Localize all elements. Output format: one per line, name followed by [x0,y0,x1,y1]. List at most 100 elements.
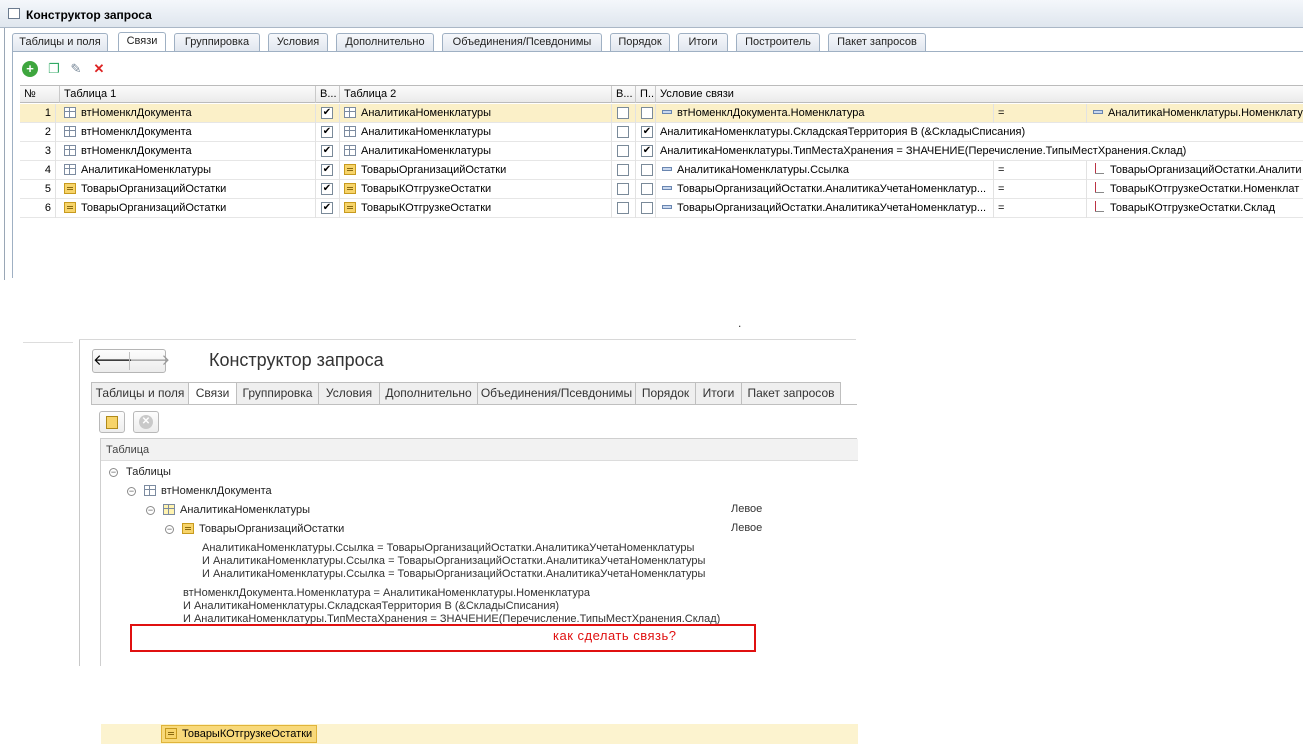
all2-cell[interactable] [612,199,636,218]
condition-cell[interactable]: ТоварыОрганизацийОстатки.АналитикаУчетаН… [656,180,1303,199]
condition-operator[interactable]: = [993,161,1086,180]
collapse-icon[interactable]: − [146,506,155,515]
custom-checkbox[interactable] [641,202,653,214]
collapse-icon[interactable]: − [165,525,174,534]
tab-order[interactable]: Порядок [635,382,696,405]
col-all2[interactable]: В... [612,86,636,103]
table1-cell[interactable]: втНоменклДокумента [60,142,316,161]
tree-node-root[interactable]: − Таблицы [109,463,171,481]
all2-cell[interactable] [612,104,636,123]
tree-node-register[interactable]: − ТоварыОрганизацийОстатки [165,520,344,538]
table2-cell[interactable]: АналитикаНоменклатуры [340,104,612,123]
all2-cell[interactable] [612,161,636,180]
add-link-button[interactable] [99,411,125,433]
custom-cell[interactable]: ✔ [636,123,656,142]
condition-left[interactable]: ТоварыОрганизацийОстатки.АналитикаУчетаН… [662,199,992,218]
col-all1[interactable]: В... [316,86,340,103]
custom-cell[interactable] [636,104,656,123]
col-table2[interactable]: Таблица 2 [340,86,612,103]
link-condition[interactable]: АналитикаНоменклатуры.Ссылка = ТоварыОрг… [202,542,705,581]
all1-cell[interactable]: ✔ [316,199,340,218]
all1-cell[interactable]: ✔ [316,142,340,161]
table-row[interactable]: 2 втНоменклДокумента ✔ АналитикаНоменклатур… [20,123,1303,142]
col-condition[interactable]: Условие связи [656,86,1303,103]
condition-right[interactable]: АналитикаНоменклатуры.Номенклатура [1086,104,1303,123]
col-custom[interactable]: П... [636,86,656,103]
condition-operator[interactable]: = [993,104,1086,123]
all-checkbox[interactable]: ✔ [321,202,333,214]
all2-cell[interactable] [612,123,636,142]
tab-query-batch[interactable]: Пакет запросов [828,33,926,51]
condition-operator[interactable]: = [993,199,1086,218]
table-row[interactable]: 4 АналитикаНоменклатуры ✔ ТоварыОрганизаций… [20,161,1303,180]
all-checkbox[interactable]: ✔ [321,126,333,138]
all-checkbox[interactable] [617,183,629,195]
condition-cell[interactable]: АналитикаНоменклатуры.СкладскаяТерритори… [656,123,1303,142]
condition-text[interactable]: АналитикаНоменклатуры.СкладскаяТерритори… [660,123,1025,142]
custom-cell[interactable]: ✔ [636,142,656,161]
table-row[interactable]: 3 втНоменклДокумента ✔ АналитикаНоменклатур… [20,142,1303,161]
condition-cell[interactable]: АналитикаНоменклатуры.ТипМестаХранения =… [656,142,1303,161]
all-checkbox[interactable]: ✔ [321,107,333,119]
all-checkbox[interactable] [617,164,629,176]
table1-cell[interactable]: ТоварыОрганизацийОстатки [60,199,316,218]
collapse-icon[interactable]: − [127,487,136,496]
custom-cell[interactable] [636,180,656,199]
table1-cell[interactable]: АналитикаНоменклатуры [60,161,316,180]
back-arrow-icon[interactable]: 🡐 [93,350,133,372]
condition-right[interactable]: ТоварыОрганизацийОстатки.Аналити [1086,161,1303,180]
condition-cell[interactable]: ТоварыОрганизацийОстатки.АналитикаУчетаН… [656,199,1303,218]
condition-left[interactable]: АналитикаНоменклатуры.Ссылка [662,161,992,180]
copy-icon[interactable]: ❐ [46,61,62,77]
all-checkbox[interactable] [617,107,629,119]
join-type[interactable]: Левое [731,522,762,534]
custom-cell[interactable] [636,199,656,218]
forward-arrow-icon[interactable]: 🡒 [130,350,170,372]
custom-checkbox[interactable]: ✔ [641,126,653,138]
table1-cell[interactable]: втНоменклДокумента [60,104,316,123]
tab-additional[interactable]: Дополнительно [379,382,478,405]
table1-cell[interactable]: ТоварыОрганизацийОстатки [60,180,316,199]
tab-tables-fields[interactable]: Таблицы и поля [91,382,189,405]
custom-cell[interactable] [636,161,656,180]
collapse-icon[interactable]: − [109,468,118,477]
table2-cell[interactable]: АналитикаНоменклатуры [340,123,612,142]
tab-order[interactable]: Порядок [610,33,670,51]
join-type[interactable]: Левое [731,503,762,515]
table1-cell[interactable]: втНоменклДокумента [60,123,316,142]
all-checkbox[interactable]: ✔ [321,145,333,157]
tab-grouping[interactable]: Группировка [174,33,260,51]
all-checkbox[interactable]: ✔ [321,183,333,195]
tree-node-table[interactable]: − втНоменклДокумента [127,482,272,500]
table2-cell[interactable]: АналитикаНоменклатуры [340,142,612,161]
add-icon[interactable]: + [22,61,38,77]
condition-operator[interactable]: = [993,180,1086,199]
tab-conditions[interactable]: Условия [268,33,328,51]
condition-right[interactable]: ТоварыКОтгрузкеОстатки.Склад [1086,199,1303,218]
delete-link-button[interactable]: ✕ [133,411,159,433]
custom-checkbox[interactable]: ✔ [641,145,653,157]
condition-cell[interactable]: втНоменклДокумента.Номенклатура = Аналитик… [656,104,1303,123]
all2-cell[interactable] [612,142,636,161]
table2-cell[interactable]: ТоварыКОтгрузкеОстатки [340,180,612,199]
tab-totals[interactable]: Итоги [678,33,728,51]
custom-checkbox[interactable] [641,183,653,195]
tab-query-batch[interactable]: Пакет запросов [741,382,841,405]
tab-links[interactable]: Связи [118,32,166,52]
link-condition[interactable]: втНоменклДокумента.Номенклатура = Аналит… [183,587,720,626]
all1-cell[interactable]: ✔ [316,161,340,180]
condition-text[interactable]: АналитикаНоменклатуры.ТипМестаХранения =… [660,142,1186,161]
table2-cell[interactable]: ТоварыОрганизацийОстатки [340,161,612,180]
all-checkbox[interactable] [617,145,629,157]
table-row[interactable]: 5 ТоварыОрганизацийОстатки ✔ ТоварыКОтгрузк… [20,180,1303,199]
all-checkbox[interactable]: ✔ [321,164,333,176]
all1-cell[interactable]: ✔ [316,180,340,199]
delete-icon[interactable]: ✕ [91,61,107,77]
tab-builder[interactable]: Построитель [736,33,820,51]
condition-left[interactable]: втНоменклДокумента.Номенклатура [662,104,992,123]
tab-tables-fields[interactable]: Таблицы и поля [12,33,108,51]
tab-conditions[interactable]: Условия [318,382,380,405]
tab-unions-aliases[interactable]: Объединения/Псевдонимы [477,382,636,405]
table-row[interactable]: 6 ТоварыОрганизацийОстатки ✔ ТоварыКОтгрузк… [20,199,1303,218]
all1-cell[interactable]: ✔ [316,123,340,142]
